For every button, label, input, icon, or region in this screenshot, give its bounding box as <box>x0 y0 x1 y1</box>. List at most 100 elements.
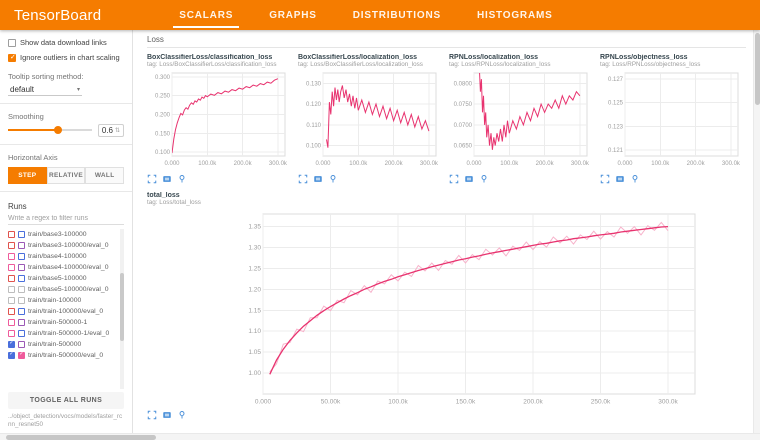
run-name: train/base3-100000 <box>28 231 87 238</box>
run-item[interactable]: train/train-500000-1 <box>8 317 117 328</box>
fullscreen-icon[interactable] <box>147 174 157 184</box>
run-item[interactable]: train/base4-100000/eval_0 <box>8 262 117 273</box>
run-checkbox[interactable] <box>18 297 25 304</box>
run-checkbox[interactable] <box>18 231 25 238</box>
run-checkbox[interactable] <box>8 319 15 326</box>
tab-scalars[interactable]: SCALARS <box>161 0 251 30</box>
option-show-download-links[interactable]: Show data download links <box>8 38 124 48</box>
run-checkbox[interactable] <box>18 264 25 271</box>
chart-card-total-loss: total_loss tag: Loss/total_loss 1.001.05… <box>147 192 746 420</box>
svg-text:0.0750: 0.0750 <box>454 102 473 108</box>
run-checkbox[interactable] <box>8 330 15 337</box>
run-name: train/base5-100000/eval_0 <box>28 286 109 293</box>
run-checkbox[interactable] <box>8 264 15 271</box>
scalar-chart[interactable]: 0.1000.1500.2000.2500.3000.000100.0k200.… <box>147 70 290 167</box>
page-vertical-scrollbar[interactable] <box>753 30 760 433</box>
scalar-chart[interactable]: 1.001.051.101.151.201.251.301.350.00050.… <box>231 208 703 408</box>
slider-fill <box>8 129 58 131</box>
scalar-chart[interactable]: 0.1210.1230.1250.1270.000100.0k200.0k300… <box>600 70 743 167</box>
run-item[interactable]: ✓✓train/train-500000/eval_0 <box>8 350 117 361</box>
pin-icon[interactable] <box>177 174 187 184</box>
run-checkbox[interactable] <box>8 253 15 260</box>
tag-group-header[interactable]: Loss <box>147 35 746 48</box>
vertical-scrollbar-thumb[interactable] <box>755 33 760 105</box>
svg-text:1.30: 1.30 <box>248 244 261 251</box>
run-item[interactable]: train/base3-100000/eval_0 <box>8 240 117 251</box>
run-checkbox[interactable]: ✓ <box>8 341 15 348</box>
scalar-chart[interactable]: 0.1000.1100.1200.1300.000100.0k200.0k300… <box>298 70 441 167</box>
run-checkbox[interactable] <box>18 330 25 337</box>
svg-text:0.200: 0.200 <box>155 113 171 119</box>
svg-text:300.0k: 300.0k <box>269 161 288 167</box>
axis-relative-button[interactable]: RELATIVE <box>47 167 86 184</box>
resize-chart-icon[interactable] <box>162 174 172 184</box>
app-header: TensorBoard SCALARS GRAPHS DISTRIBUTIONS… <box>0 0 760 30</box>
chart-card-rpn-localization-loss: RPNLoss/localization_loss tag: Loss/RPNL… <box>449 54 592 184</box>
pin-icon[interactable] <box>479 174 489 184</box>
run-item[interactable]: train/base5-100000/eval_0 <box>8 284 117 295</box>
svg-text:300.0k: 300.0k <box>722 161 741 167</box>
spinner-arrows-icon[interactable]: ⇅ <box>115 127 120 134</box>
run-checkbox[interactable] <box>18 275 25 282</box>
page-horizontal-scrollbar[interactable] <box>0 433 760 440</box>
axis-step-button[interactable]: STEP <box>8 167 47 184</box>
run-checkbox[interactable] <box>8 231 15 238</box>
run-item[interactable]: train/train-100000 <box>8 295 117 306</box>
run-checkbox[interactable] <box>18 308 25 315</box>
axis-wall-button[interactable]: WALL <box>85 167 124 184</box>
run-checkbox[interactable] <box>18 319 25 326</box>
chart-tag: tag: Loss/BoxClassifierLoss/classificati… <box>147 61 290 68</box>
resize-chart-icon[interactable] <box>313 174 323 184</box>
scalar-chart[interactable]: 0.06500.07000.07500.08000.000100.0k200.0… <box>449 70 592 167</box>
run-item[interactable]: train/base5-100000 <box>8 273 117 284</box>
run-checkbox[interactable] <box>8 308 15 315</box>
run-item[interactable]: train/train-100000/eval_0 <box>8 306 117 317</box>
run-item[interactable]: train/base3-100000 <box>8 229 117 240</box>
run-checkbox[interactable] <box>18 341 25 348</box>
resize-chart-icon[interactable] <box>162 410 172 420</box>
tab-distributions[interactable]: DISTRIBUTIONS <box>335 0 459 30</box>
tooltip-sort-select[interactable]: default ▾ <box>8 84 82 96</box>
smoothing-value-input[interactable]: 0.6 ⇅ <box>98 124 124 137</box>
svg-text:0.110: 0.110 <box>306 123 321 129</box>
runs-filter-input[interactable] <box>8 213 124 225</box>
svg-text:0.130: 0.130 <box>306 81 322 87</box>
run-checkbox[interactable] <box>8 286 15 293</box>
runs-scrollbar[interactable] <box>120 229 124 389</box>
run-checkbox[interactable] <box>8 275 15 282</box>
run-checkbox[interactable] <box>18 253 25 260</box>
fullscreen-icon[interactable] <box>449 174 459 184</box>
fullscreen-icon[interactable] <box>600 174 610 184</box>
run-checkbox[interactable] <box>18 242 25 249</box>
svg-text:0.100: 0.100 <box>155 150 171 156</box>
option-ignore-outliers[interactable]: Ignore outliers in chart scaling <box>8 53 124 63</box>
chart-tag: tag: Loss/RPNLoss/objectness_loss <box>600 61 743 68</box>
resize-chart-icon[interactable] <box>464 174 474 184</box>
tab-graphs[interactable]: GRAPHS <box>251 0 335 30</box>
run-checkbox[interactable]: ✓ <box>18 352 25 359</box>
smoothing-slider[interactable] <box>8 124 92 136</box>
pin-icon[interactable] <box>328 174 338 184</box>
toggle-all-runs-button[interactable]: TOGGLE ALL RUNS <box>8 392 124 409</box>
fullscreen-icon[interactable] <box>147 410 157 420</box>
run-checkbox[interactable] <box>18 286 25 293</box>
tab-histograms[interactable]: HISTOGRAMS <box>459 0 571 30</box>
run-checkbox[interactable] <box>8 242 15 249</box>
checkbox-icon[interactable] <box>8 39 16 47</box>
run-checkbox[interactable]: ✓ <box>8 352 15 359</box>
runs-scrollbar-thumb[interactable] <box>120 273 124 340</box>
run-item[interactable]: train/train-500000-1/eval_0 <box>8 328 117 339</box>
fullscreen-icon[interactable] <box>298 174 308 184</box>
run-item[interactable]: train/base4-100000 <box>8 251 117 262</box>
horizontal-scrollbar-thumb[interactable] <box>6 435 156 440</box>
smoothing-slider-thumb[interactable] <box>54 126 62 134</box>
run-checkbox[interactable] <box>8 297 15 304</box>
chart-tag: tag: Loss/RPNLoss/localization_loss <box>449 61 592 68</box>
run-name: train/base4-100000 <box>28 253 87 260</box>
checkbox-icon[interactable] <box>8 54 16 62</box>
run-item[interactable]: ✓train/train-500000 <box>8 339 117 350</box>
pin-icon[interactable] <box>630 174 640 184</box>
resize-chart-icon[interactable] <box>615 174 625 184</box>
svg-text:0.0650: 0.0650 <box>454 144 473 150</box>
pin-icon[interactable] <box>177 410 187 420</box>
